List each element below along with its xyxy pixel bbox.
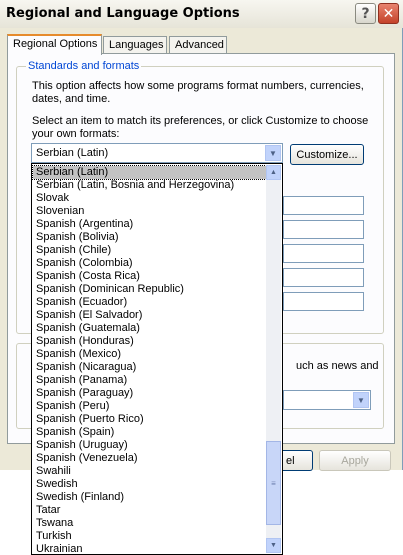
dropdown-option[interactable]: Swedish (Finland): [33, 491, 270, 504]
dropdown-option[interactable]: Spanish (Mexico): [33, 348, 270, 361]
scroll-up-icon[interactable]: ▲: [266, 165, 281, 180]
chevron-down-icon[interactable]: ▼: [265, 145, 281, 161]
instruction-line: Select an item to match its preferences,…: [32, 115, 369, 127]
chevron-down-icon[interactable]: ▼: [353, 392, 369, 408]
close-icon: ✕: [382, 5, 395, 22]
dropdown-option[interactable]: Spanish (Chile): [33, 244, 270, 257]
window-title: Regional and Language Options: [6, 6, 240, 21]
dropdown-option[interactable]: Spanish (Bolivia): [33, 231, 270, 244]
dropdown-option[interactable]: Serbian (Latin): [32, 165, 271, 180]
dropdown-option[interactable]: Spanish (Uruguay): [33, 439, 270, 452]
dropdown-option[interactable]: Spanish (Peru): [33, 400, 270, 413]
tab-advanced[interactable]: Advanced: [169, 36, 227, 53]
dropdown-option[interactable]: Spanish (Dominican Republic): [33, 283, 270, 296]
dropdown-option[interactable]: Spanish (Ecuador): [33, 296, 270, 309]
dropdown-option[interactable]: Turkish: [33, 530, 270, 543]
close-button[interactable]: ✕: [378, 3, 399, 24]
help-button[interactable]: ?: [355, 3, 376, 24]
description-line: dates, and time.: [32, 93, 111, 105]
sample-field: [283, 196, 364, 215]
dropdown-option[interactable]: Swahili: [33, 465, 270, 478]
dropdown-option[interactable]: Spanish (El Salvador): [33, 309, 270, 322]
dropdown-option[interactable]: Spanish (Venezuela): [33, 452, 270, 465]
dropdown-option[interactable]: Spanish (Panama): [33, 374, 270, 387]
scroll-down-icon[interactable]: ▼: [266, 538, 281, 553]
dropdown-option[interactable]: Serbian (Latin, Bosnia and Herzegovina): [33, 179, 270, 192]
location-description: uch as news and: [296, 360, 379, 372]
apply-button-label: Apply: [341, 454, 369, 467]
dropdown-option[interactable]: Swedish: [33, 478, 270, 491]
dropdown-option[interactable]: Spanish (Nicaragua): [33, 361, 270, 374]
sample-field: [283, 244, 364, 263]
dropdown-option[interactable]: Spanish (Argentina): [33, 218, 270, 231]
dropdown-scrollbar[interactable]: ▲ ≡ ▼: [266, 165, 281, 553]
dropdown-option[interactable]: Spanish (Puerto Rico): [33, 413, 270, 426]
location-combobox[interactable]: ▼: [283, 390, 371, 410]
sample-field: [283, 292, 364, 311]
dropdown-option[interactable]: Ukrainian: [33, 543, 270, 554]
dropdown-option[interactable]: Tatar: [33, 504, 270, 517]
tab-languages[interactable]: Languages: [103, 36, 167, 53]
dropdown-option[interactable]: Spanish (Honduras): [33, 335, 270, 348]
cancel-button-label: el: [286, 454, 295, 467]
sample-field: [283, 268, 364, 287]
standards-description: This option affects how some programs fo…: [32, 80, 372, 106]
tab-label: Regional Options: [13, 38, 98, 50]
description-line: This option affects how some programs fo…: [32, 80, 364, 92]
scrollbar-thumb[interactable]: ≡: [266, 441, 281, 525]
combobox-value: Serbian (Latin): [36, 147, 109, 159]
standards-group-label: Standards and formats: [26, 60, 142, 72]
tab-regional-options[interactable]: Regional Options: [7, 34, 102, 55]
instruction-line: your own formats:: [32, 128, 120, 140]
sample-field: [283, 220, 364, 239]
question-icon: ?: [361, 5, 370, 22]
customize-button-label: Customize...: [296, 148, 358, 161]
format-combobox[interactable]: Serbian (Latin) ▼: [31, 143, 283, 163]
apply-button[interactable]: Apply: [319, 450, 391, 471]
tab-label: Languages: [109, 39, 164, 51]
tab-label: Advanced: [175, 39, 224, 51]
dropdown-option[interactable]: Slovenian: [33, 205, 270, 218]
dropdown-option[interactable]: Spanish (Colombia): [33, 257, 270, 270]
dropdown-option[interactable]: Spanish (Spain): [33, 426, 270, 439]
customize-button[interactable]: Customize...: [290, 144, 364, 165]
dropdown-option[interactable]: Slovak: [33, 192, 270, 205]
select-instructions: Select an item to match its preferences,…: [32, 115, 372, 141]
format-dropdown-list[interactable]: Serbian (Latin) Serbian (Latin, Bosnia an…: [31, 163, 283, 555]
cancel-button[interactable]: el: [283, 450, 313, 471]
title-bar[interactable]: Regional and Language Options ? ✕: [0, 0, 403, 28]
dropdown-option[interactable]: Spanish (Guatemala): [33, 322, 270, 335]
dropdown-option[interactable]: Spanish (Costa Rica): [33, 270, 270, 283]
dropdown-option[interactable]: Spanish (Paraguay): [33, 387, 270, 400]
dropdown-option[interactable]: Tswana: [33, 517, 270, 530]
